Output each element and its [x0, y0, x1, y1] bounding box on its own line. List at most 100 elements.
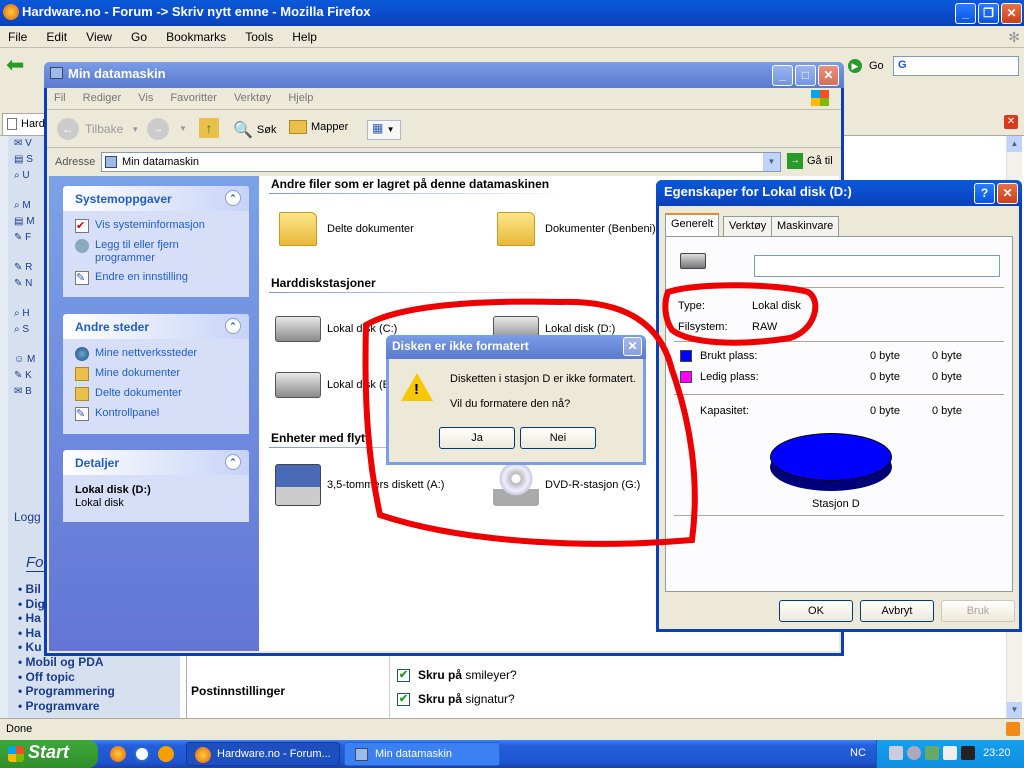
menu-tools[interactable]: Tools [237, 26, 281, 48]
forward-button[interactable]: → [147, 118, 169, 140]
menu-fil[interactable]: Fil [47, 88, 73, 108]
dropdown-arrow-icon[interactable]: ▼ [179, 124, 187, 133]
details-header[interactable]: Detaljer ⌃ [63, 450, 249, 475]
media-quicklaunch-icon[interactable] [158, 746, 174, 762]
item-shared-documents[interactable]: Delte dokumenter [279, 212, 414, 246]
menu-rediger[interactable]: Rediger [76, 88, 129, 108]
scroll-up-arrow-icon[interactable]: ▲ [1007, 136, 1022, 152]
address-input[interactable]: Min datamaskin ▼ [101, 152, 781, 172]
place-shared-documents[interactable]: Delte dokumenter [75, 387, 237, 401]
firefox-quicklaunch-icon[interactable] [110, 746, 126, 762]
cancel-button[interactable]: Avbryt [860, 600, 934, 622]
menu-bookmarks[interactable]: Bookmarks [158, 26, 234, 48]
sidebar-link-icon[interactable]: ✉ V [14, 136, 44, 152]
properties-title-bar[interactable]: Egenskaper for Lokal disk (D:) ? ✕ [656, 180, 1022, 206]
sidebar-link-icon[interactable]: ⌕ U [14, 168, 44, 184]
item-floppy-a[interactable]: 3,5-tommers diskett (A:) [275, 464, 444, 506]
help-button[interactable]: ? [974, 183, 995, 204]
views-button[interactable]: ▦ ▼ [367, 120, 401, 140]
up-folder-icon[interactable]: ↑ [199, 118, 219, 138]
close-tab-button[interactable]: ✕ [1004, 115, 1018, 129]
rss-icon[interactable] [1006, 722, 1020, 736]
go-button[interactable]: → Gå til [787, 153, 833, 169]
task-firefox[interactable]: Hardware.no - Forum... [186, 742, 340, 766]
tray-icon[interactable] [907, 746, 921, 760]
menu-vis[interactable]: Vis [131, 88, 160, 108]
sidebar-link-icon[interactable]: ✎ F [14, 230, 44, 246]
other-places-header[interactable]: Andre steder ⌃ [63, 314, 249, 339]
sidebar-link-icon[interactable]: ▤ S [14, 152, 44, 168]
category-link[interactable]: • Programmering [18, 684, 115, 699]
place-control-panel[interactable]: ✎ Kontrollpanel [75, 407, 237, 421]
tray-icon[interactable] [889, 746, 903, 760]
menu-view[interactable]: View [78, 26, 120, 48]
yes-button[interactable]: Ja [439, 427, 515, 449]
tab-hardware[interactable]: Maskinvare [771, 216, 840, 236]
category-link[interactable]: • Programvare [18, 699, 115, 714]
explorer-minimize-button[interactable]: _ [772, 65, 793, 86]
menu-go[interactable]: Go [123, 26, 155, 48]
item-drive-e[interactable]: Lokal disk (E [275, 372, 390, 398]
system-tasks-header[interactable]: Systemoppgaver ⌃ [63, 186, 249, 211]
sidebar-link-icon[interactable]: ⌕ S [14, 322, 44, 338]
folders-button[interactable]: Mapper [289, 120, 348, 134]
item-documents-benbeni[interactable]: Dokumenter (Benbeni) [497, 212, 656, 246]
explorer-maximize-button[interactable]: □ [795, 65, 816, 86]
msgbox-title-bar[interactable]: Disken er ikke formatert ✕ [386, 335, 646, 359]
menu-favoritter[interactable]: Favoritter [163, 88, 223, 108]
explorer-title-bar[interactable]: Min datamaskin _ □ ✕ [44, 62, 844, 88]
sidebar-link-icon[interactable]: ✉ B [14, 384, 44, 400]
sidebar-link-icon[interactable]: ✎ R [14, 260, 44, 276]
drive-label-input[interactable] [754, 255, 1000, 277]
category-link[interactable]: • Mobil og PDA [18, 655, 115, 670]
task-change-setting[interactable]: ✎ Endre en innstilling [75, 271, 237, 285]
sidebar-link-icon[interactable]: ☺ M [14, 352, 44, 368]
tab-tools[interactable]: Verktøy [723, 216, 773, 236]
scroll-down-arrow-icon[interactable]: ▼ [1007, 702, 1022, 718]
properties-close-button[interactable]: ✕ [997, 183, 1018, 204]
start-button[interactable]: Start [0, 740, 98, 768]
item-drive-c[interactable]: Lokal disk (C:) [275, 316, 397, 342]
item-dvd-g[interactable]: DVD-R-stasjon (G:) [493, 464, 640, 506]
logg-link[interactable]: Logg [14, 510, 41, 524]
smileys-checkbox[interactable]: ✔ [397, 669, 410, 683]
sidebar-link-icon[interactable]: ▤ M [14, 214, 44, 230]
tab-hardware[interactable]: Hard [2, 113, 46, 135]
place-network[interactable]: Mine nettverkssteder [75, 347, 237, 361]
go-label[interactable]: Go [869, 60, 884, 72]
menu-hjelp[interactable]: Hjelp [281, 88, 320, 108]
tray-icon[interactable] [943, 746, 957, 760]
sidebar-link-icon[interactable]: ✎ N [14, 276, 44, 292]
menu-help[interactable]: Help [284, 26, 325, 48]
sidebar-link-icon[interactable]: ⌕ H [14, 306, 44, 322]
tray-icon[interactable] [925, 746, 939, 760]
minimize-button[interactable]: _ [955, 3, 976, 24]
address-dropdown-icon[interactable]: ▼ [763, 153, 780, 171]
tray-icon[interactable] [961, 746, 975, 760]
back-arrow-icon[interactable]: ⬅ [6, 54, 24, 76]
tab-general[interactable]: Generelt [665, 213, 720, 237]
task-add-remove[interactable]: Legg til eller fjern programmer [75, 239, 237, 265]
sidebar-link-icon[interactable]: ⌕ M [14, 198, 44, 214]
menu-file[interactable]: File [0, 26, 35, 48]
place-my-documents[interactable]: Mine dokumenter [75, 367, 237, 381]
msgbox-close-button[interactable]: ✕ [623, 337, 642, 356]
ie-quicklaunch-icon[interactable] [134, 746, 150, 762]
collapse-icon[interactable]: ⌃ [225, 454, 241, 470]
language-indicator[interactable]: NC [850, 747, 866, 759]
menu-edit[interactable]: Edit [38, 26, 75, 48]
task-system-info[interactable]: ✔ Vis systeminformasjon [75, 219, 237, 233]
go-icon[interactable]: ▶ [848, 59, 862, 73]
search-button[interactable]: 🔍 Søk [233, 120, 276, 140]
explorer-close-button[interactable]: ✕ [818, 65, 839, 86]
task-explorer[interactable]: Min datamaskin [344, 742, 500, 766]
ok-button[interactable]: OK [779, 600, 853, 622]
firefox-title-bar[interactable]: Hardware.no - Forum -> Skriv nytt emne -… [0, 0, 1024, 26]
category-link[interactable]: • Off topic [18, 670, 115, 685]
signature-checkbox[interactable]: ✔ [397, 693, 410, 707]
apply-button[interactable]: Bruk [941, 600, 1015, 622]
menu-verktoy[interactable]: Verktøy [227, 88, 278, 108]
restore-button[interactable]: ❐ [978, 3, 999, 24]
back-button[interactable]: ← Tilbake ▼ [57, 118, 139, 140]
sidebar-link-icon[interactable]: ✎ K [14, 368, 44, 384]
